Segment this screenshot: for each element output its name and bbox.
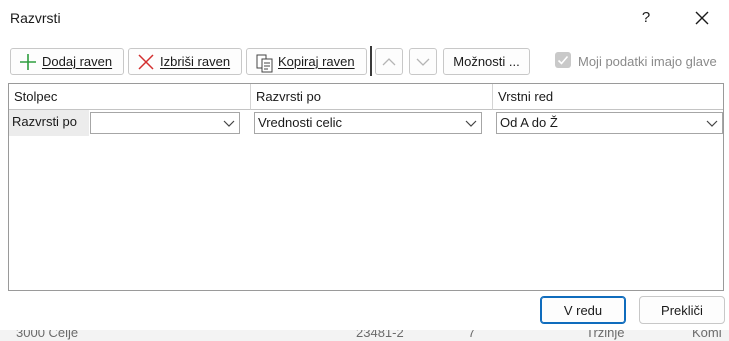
- help-button[interactable]: ?: [638, 9, 654, 26]
- headers-checkbox-label: Moji podatki imajo glave: [578, 54, 717, 69]
- cancel-label: Prekliči: [661, 302, 703, 318]
- order-select[interactable]: Od A do Ž: [496, 112, 723, 134]
- sort-level-label: Razvrsti po: [9, 110, 89, 136]
- add-level-button[interactable]: Dodaj raven: [10, 48, 124, 75]
- chevron-down-icon: [416, 58, 430, 66]
- delete-level-label: Izbriši raven: [160, 54, 231, 69]
- sort-on-select[interactable]: Vrednosti celic: [254, 112, 482, 134]
- close-icon: [695, 11, 709, 25]
- headers-checkbox[interactable]: [555, 52, 571, 68]
- ok-label: V redu: [563, 302, 603, 318]
- column-select[interactable]: [90, 112, 240, 134]
- cancel-button[interactable]: Prekliči: [639, 296, 725, 324]
- copy-icon: [255, 53, 273, 72]
- delete-x-icon: [137, 53, 155, 71]
- close-button[interactable]: [690, 7, 714, 29]
- options-button[interactable]: Možnosti ...: [443, 48, 530, 75]
- sort-levels-grid: Stolpec Razvrsti po Vrstni red Razvrsti …: [8, 83, 724, 291]
- order-select-value: Od A do Ž: [500, 115, 558, 130]
- move-down-button[interactable]: [409, 48, 437, 75]
- copy-level-button[interactable]: Kopiraj raven: [246, 48, 367, 75]
- chevron-down-icon: [461, 113, 481, 133]
- sort-level-row[interactable]: Razvrsti po Vrednosti celic Od A do Ž: [9, 110, 723, 136]
- column-header-sort-on: Razvrsti po: [251, 84, 493, 110]
- column-header-column: Stolpec: [9, 84, 251, 110]
- delete-level-button[interactable]: Izbriši raven: [128, 48, 242, 75]
- chevron-up-icon: [382, 57, 396, 65]
- dialog-title: Razvrsti: [10, 10, 61, 26]
- sort-dialog: 3000 Celje 23481-2 7 Trzinje Komi Razvrs…: [0, 0, 729, 341]
- move-up-button[interactable]: [375, 48, 403, 75]
- copy-level-label: Kopiraj raven: [278, 54, 355, 69]
- ok-button[interactable]: V redu: [540, 296, 626, 324]
- sort-on-select-value: Vrednosti celic: [258, 115, 343, 130]
- add-level-label: Dodaj raven: [42, 54, 113, 69]
- chevron-down-icon: [219, 113, 239, 133]
- checkmark-icon: [557, 55, 569, 65]
- plus-icon: [19, 53, 37, 71]
- column-header-order: Vrstni red: [493, 84, 723, 110]
- toolbar-separator: [370, 46, 372, 76]
- options-label: Možnosti ...: [453, 54, 520, 69]
- dialog-body: Razvrsti ? Dodaj raven Izbriši raven Kop…: [0, 0, 729, 330]
- chevron-down-icon: [702, 113, 722, 133]
